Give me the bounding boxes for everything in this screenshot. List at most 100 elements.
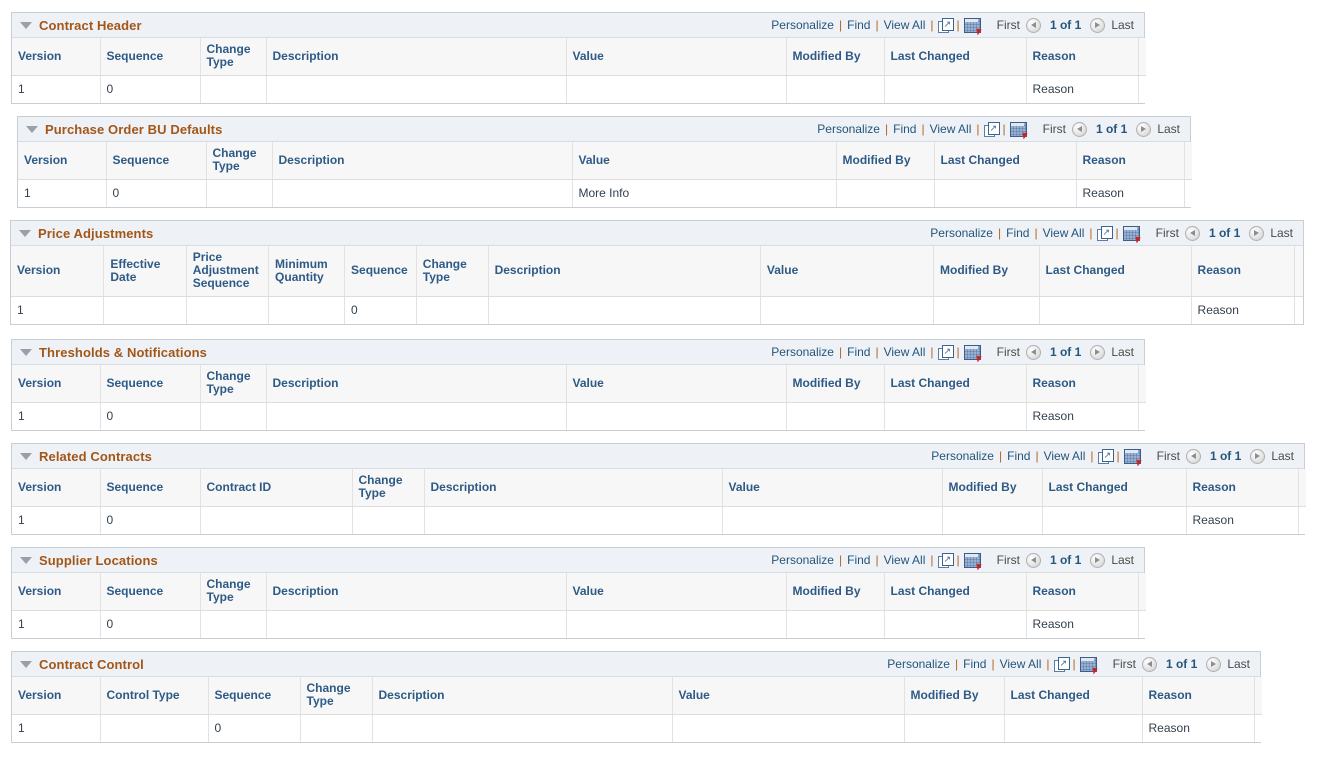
table-row: 10Reason — [12, 76, 1146, 103]
personalize-link[interactable]: Personalize — [929, 226, 994, 240]
column-header: Value — [722, 469, 942, 507]
personalize-link[interactable]: Personalize — [816, 122, 881, 136]
first-page-link[interactable]: First — [995, 18, 1022, 32]
new-window-icon[interactable]: ↗ — [1097, 226, 1112, 240]
find-link[interactable]: Find — [1005, 226, 1030, 240]
view-all-link[interactable]: View All — [883, 18, 927, 32]
next-page-button[interactable] — [1206, 657, 1221, 672]
view-all-link[interactable]: View All — [1042, 226, 1086, 240]
collapse-toggle-icon[interactable] — [20, 349, 32, 356]
toolbar-separator: | — [1030, 226, 1041, 240]
contract-version-history-page: Contract HeaderPersonalize|Find|View All… — [0, 0, 1321, 760]
previous-page-button[interactable] — [1142, 657, 1157, 672]
last-page-link[interactable]: Last — [1225, 657, 1252, 671]
first-page-link[interactable]: First — [995, 345, 1022, 359]
download-to-spreadsheet-icon[interactable] — [1080, 657, 1097, 672]
first-page-link[interactable]: First — [1154, 226, 1181, 240]
section-header-contract-header: Contract HeaderPersonalize|Find|View All… — [12, 13, 1144, 38]
grid-header-row: VersionSequenceContract IDChange TypeDes… — [12, 469, 1306, 507]
column-header: Description — [488, 246, 760, 297]
section-title: Contract Header — [39, 18, 142, 33]
find-link[interactable]: Find — [962, 657, 987, 671]
last-page-link[interactable]: Last — [1155, 122, 1182, 136]
previous-page-button[interactable] — [1026, 553, 1041, 568]
toolbar-separator: | — [871, 553, 882, 567]
section-header-price-adjustments: Price AdjustmentsPersonalize|Find|View A… — [11, 221, 1303, 246]
grid-table-price-adjustments: VersionEffective DatePrice Adjustment Se… — [11, 246, 1303, 324]
find-link[interactable]: Find — [846, 553, 871, 567]
next-page-button[interactable] — [1090, 345, 1105, 360]
page-count-label: 1 of 1 — [1045, 553, 1086, 567]
table-row: 10Reason — [12, 715, 1262, 742]
download-to-spreadsheet-icon[interactable] — [964, 553, 981, 568]
view-all-link[interactable]: View All — [929, 122, 973, 136]
download-to-spreadsheet-icon[interactable] — [964, 18, 981, 33]
next-page-button[interactable] — [1249, 226, 1264, 241]
first-page-link[interactable]: First — [995, 553, 1022, 567]
download-to-spreadsheet-icon[interactable] — [1124, 449, 1141, 464]
download-to-spreadsheet-icon[interactable] — [1123, 226, 1140, 241]
previous-page-button[interactable] — [1072, 122, 1087, 137]
find-link[interactable]: Find — [846, 18, 871, 32]
new-window-icon[interactable]: ↗ — [1098, 449, 1113, 463]
table-cell — [272, 180, 572, 207]
collapse-toggle-icon[interactable] — [20, 661, 32, 668]
find-link[interactable]: Find — [846, 345, 871, 359]
personalize-link[interactable]: Personalize — [886, 657, 951, 671]
view-all-link[interactable]: View All — [883, 345, 927, 359]
first-page-link[interactable]: First — [1155, 449, 1182, 463]
last-page-link[interactable]: Last — [1109, 18, 1136, 32]
last-page-link[interactable]: Last — [1268, 226, 1295, 240]
column-header: Change Type — [206, 142, 272, 180]
table-row: 10Reason — [12, 611, 1146, 638]
column-header: Contract ID — [200, 469, 352, 507]
previous-page-button[interactable] — [1186, 449, 1201, 464]
column-header: Sequence — [100, 365, 200, 403]
collapse-toggle-icon[interactable] — [19, 230, 31, 237]
find-link[interactable]: Find — [892, 122, 917, 136]
table-cell — [1138, 76, 1146, 103]
collapse-toggle-icon[interactable] — [26, 126, 38, 133]
table-cell — [566, 76, 786, 103]
new-window-icon[interactable]: ↗ — [984, 122, 999, 136]
collapse-toggle-icon[interactable] — [20, 557, 32, 564]
section-title: Supplier Locations — [39, 553, 158, 568]
download-to-spreadsheet-icon[interactable] — [964, 345, 981, 360]
previous-page-button[interactable] — [1185, 226, 1200, 241]
collapse-toggle-icon[interactable] — [20, 453, 32, 460]
table-cell — [200, 76, 266, 103]
next-page-button[interactable] — [1250, 449, 1265, 464]
last-page-link[interactable]: Last — [1269, 449, 1296, 463]
personalize-link[interactable]: Personalize — [770, 553, 835, 567]
view-all-link[interactable]: View All — [883, 553, 927, 567]
previous-page-button[interactable] — [1026, 18, 1041, 33]
next-page-button[interactable] — [1090, 18, 1105, 33]
table-cell — [836, 180, 934, 207]
view-all-link[interactable]: View All — [1043, 449, 1087, 463]
personalize-link[interactable]: Personalize — [770, 18, 835, 32]
table-cell: Reason — [1076, 180, 1184, 207]
view-all-link[interactable]: View All — [999, 657, 1043, 671]
find-link[interactable]: Find — [1006, 449, 1031, 463]
collapse-toggle-icon[interactable] — [20, 22, 32, 29]
grid-pager: First1 of 1Last — [1154, 226, 1299, 241]
column-header: Modified By — [836, 142, 934, 180]
personalize-link[interactable]: Personalize — [770, 345, 835, 359]
new-window-icon[interactable]: ↗ — [938, 553, 953, 567]
last-page-link[interactable]: Last — [1109, 553, 1136, 567]
table-cell — [488, 297, 760, 324]
column-header: Minimum Quantity — [269, 246, 345, 297]
new-window-icon[interactable]: ↗ — [938, 345, 953, 359]
table-row: 10Reason — [11, 297, 1303, 324]
download-to-spreadsheet-icon[interactable] — [1010, 122, 1027, 137]
next-page-button[interactable] — [1090, 553, 1105, 568]
next-page-button[interactable] — [1136, 122, 1151, 137]
first-page-link[interactable]: First — [1111, 657, 1138, 671]
personalize-link[interactable]: Personalize — [930, 449, 995, 463]
new-window-icon[interactable]: ↗ — [1054, 657, 1069, 671]
first-page-link[interactable]: First — [1041, 122, 1068, 136]
grid-pager: First1 of 1Last — [1041, 122, 1186, 137]
new-window-icon[interactable]: ↗ — [938, 18, 953, 32]
previous-page-button[interactable] — [1026, 345, 1041, 360]
last-page-link[interactable]: Last — [1109, 345, 1136, 359]
